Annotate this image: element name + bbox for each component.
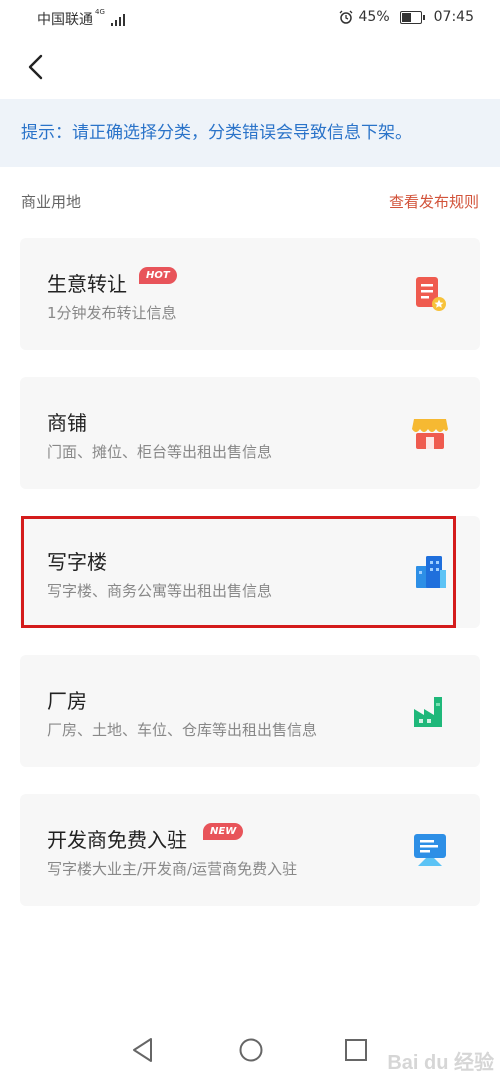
status-bar: 中国联通 4G 45% 07:45 (0, 0, 500, 34)
network-type: 4G (95, 8, 105, 16)
card-title: 写字楼 (47, 550, 107, 574)
clock-time: 07:45 (433, 9, 474, 25)
card-title: 开发商免费入驻 (47, 828, 187, 852)
section-title: 商业用地 (21, 193, 82, 211)
nav-recents-icon[interactable] (344, 1037, 368, 1063)
card-title: 厂房 (47, 689, 87, 713)
alarm-icon (339, 10, 352, 24)
card-description: 写字楼、商务公寓等出租出售信息 (47, 582, 273, 600)
view-rules-link[interactable]: 查看发布规则 (389, 191, 479, 212)
category-card-business-transfer[interactable]: 生意转让 HOT 1分钟发布转让信息 (20, 238, 480, 350)
nav-home-icon[interactable] (238, 1037, 264, 1063)
category-card-shop[interactable]: 商铺 门面、摊位、柜台等出租出售信息 (20, 377, 480, 489)
tip-banner: 提示：请正确选择分类，分类错误会导致信息下架。 (0, 99, 500, 167)
card-description: 厂房、土地、车位、仓库等出租出售信息 (47, 721, 318, 739)
shop-awning-icon (412, 419, 448, 449)
factory-icon (414, 697, 442, 727)
card-description: 1分钟发布转让信息 (47, 304, 177, 322)
signal-icon (111, 14, 126, 26)
card-title: 商铺 (47, 411, 87, 435)
nav-back-icon[interactable] (131, 1037, 155, 1063)
hot-badge: HOT (139, 267, 177, 284)
carrier-name: 中国联通 (37, 12, 93, 28)
battery-percent: 45% (358, 9, 390, 25)
office-building-icon (416, 556, 446, 588)
card-description: 门面、摊位、柜台等出租出售信息 (47, 443, 273, 461)
card-description: 写字楼大业主/开发商/运营商免费入驻 (47, 860, 298, 878)
watermark: Bai du 经验 (387, 1052, 494, 1074)
category-card-developer[interactable]: 开发商免费入驻 NEW 写字楼大业主/开发商/运营商免费入驻 (20, 794, 480, 906)
status-right: 45% 07:45 (339, 9, 474, 25)
category-card-office[interactable]: 写字楼 写字楼、商务公寓等出租出售信息 (20, 516, 480, 628)
back-button[interactable] (20, 50, 54, 84)
transfer-doc-icon (416, 277, 446, 311)
card-title: 生意转让 (47, 272, 127, 296)
back-arrow-icon (28, 54, 43, 80)
battery-icon (399, 10, 425, 24)
presentation-screen-icon (414, 834, 446, 866)
category-card-factory[interactable]: 厂房 厂房、土地、车位、仓库等出租出售信息 (20, 655, 480, 767)
status-left: 中国联通 4G (37, 8, 126, 29)
new-badge: NEW (203, 823, 244, 840)
